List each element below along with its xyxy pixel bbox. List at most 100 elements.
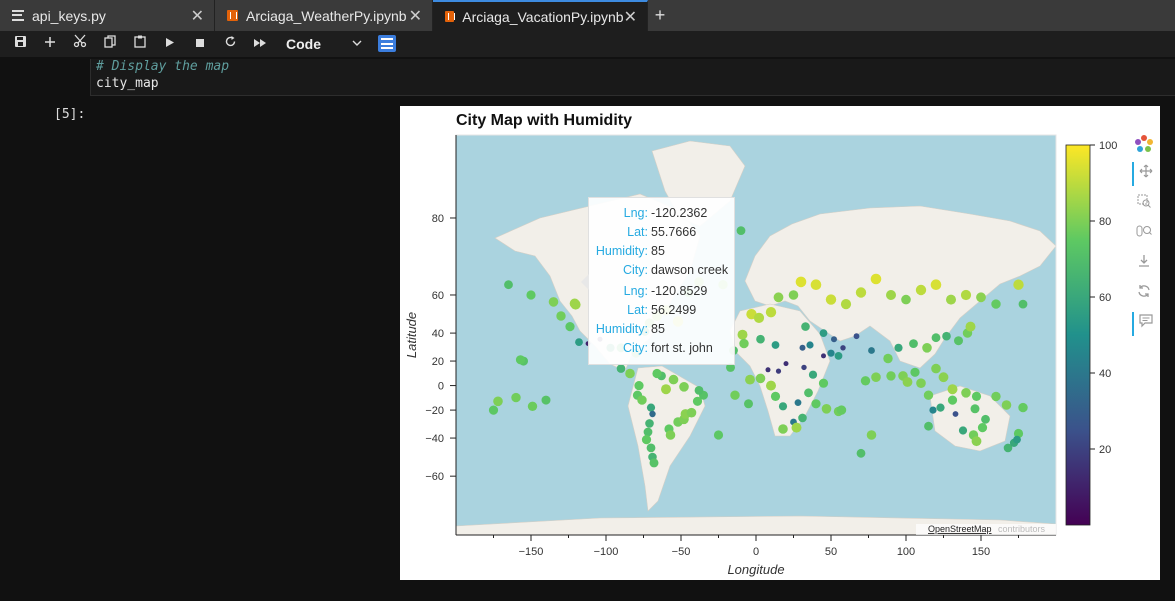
city-point[interactable]	[840, 345, 846, 351]
city-point[interactable]	[770, 391, 781, 401]
city-point[interactable]	[668, 374, 679, 385]
close-icon[interactable]: ✕	[191, 6, 204, 26]
city-point[interactable]	[970, 404, 980, 414]
save-icon[interactable]	[10, 34, 30, 54]
city-point[interactable]	[795, 276, 807, 288]
city-point[interactable]	[1018, 299, 1028, 309]
city-point[interactable]	[556, 311, 566, 321]
property-inspector-icon[interactable]	[378, 35, 396, 52]
reset-icon[interactable]	[1132, 282, 1156, 306]
save-plot-icon[interactable]	[1132, 252, 1156, 276]
city-point[interactable]	[493, 396, 503, 407]
city-point[interactable]	[526, 290, 536, 300]
city-point[interactable]	[931, 363, 941, 374]
city-point[interactable]	[924, 421, 933, 431]
pan-tool-icon[interactable]	[1132, 162, 1158, 186]
city-point[interactable]	[665, 430, 676, 440]
city-point[interactable]	[645, 419, 654, 428]
city-point[interactable]	[961, 388, 971, 398]
city-point[interactable]	[756, 334, 765, 344]
city-point[interactable]	[766, 380, 776, 391]
city-point[interactable]	[958, 426, 968, 435]
city-point[interactable]	[947, 395, 958, 405]
city-point[interactable]	[922, 343, 932, 353]
city-point[interactable]	[977, 423, 988, 433]
city-point[interactable]	[765, 307, 777, 318]
city-point[interactable]	[799, 344, 806, 351]
close-icon[interactable]: ✕	[409, 6, 422, 26]
city-point[interactable]	[936, 403, 945, 412]
city-point[interactable]	[916, 378, 926, 389]
city-point[interactable]	[798, 413, 807, 423]
city-point[interactable]	[930, 279, 942, 290]
city-point[interactable]	[965, 321, 976, 332]
city-point[interactable]	[818, 378, 829, 388]
city-point[interactable]	[575, 338, 583, 346]
city-point[interactable]	[931, 333, 941, 343]
city-point[interactable]	[625, 368, 635, 379]
city-point[interactable]	[771, 341, 780, 349]
city-point[interactable]	[739, 338, 749, 349]
city-point[interactable]	[637, 395, 647, 405]
city-point[interactable]	[791, 422, 802, 433]
city-point[interactable]	[778, 402, 788, 411]
city-point[interactable]	[902, 377, 913, 387]
city-point[interactable]	[616, 364, 626, 373]
city-point[interactable]	[646, 403, 656, 412]
city-point[interactable]	[946, 294, 956, 305]
city-point[interactable]	[801, 364, 807, 371]
city-point[interactable]	[511, 392, 521, 403]
city-point[interactable]	[954, 336, 963, 346]
city-point[interactable]	[870, 273, 882, 285]
city-point[interactable]	[836, 405, 847, 415]
city-point[interactable]	[646, 443, 656, 453]
city-point[interactable]	[652, 368, 662, 379]
city-point[interactable]	[643, 427, 653, 437]
city-point[interactable]	[1018, 402, 1028, 413]
stop-icon[interactable]	[190, 34, 210, 54]
city-point[interactable]	[981, 414, 990, 424]
city-point[interactable]	[736, 226, 746, 235]
city-point[interactable]	[831, 336, 837, 343]
cut-icon[interactable]	[70, 34, 90, 54]
city-point[interactable]	[923, 390, 934, 400]
city-point[interactable]	[548, 297, 559, 307]
city-point[interactable]	[819, 329, 828, 337]
city-point[interactable]	[565, 322, 575, 332]
city-point[interactable]	[1013, 279, 1024, 290]
city-point[interactable]	[641, 435, 652, 445]
fast-forward-icon[interactable]	[250, 34, 270, 54]
paste-icon[interactable]	[130, 34, 150, 54]
city-point[interactable]	[883, 353, 893, 364]
city-point[interactable]	[649, 458, 659, 468]
city-point[interactable]	[527, 401, 538, 411]
city-point[interactable]	[686, 407, 697, 418]
box-zoom-icon[interactable]	[1132, 192, 1156, 216]
wheel-zoom-icon[interactable]	[1132, 222, 1156, 246]
city-point[interactable]	[661, 384, 671, 395]
city-point[interactable]	[860, 376, 871, 386]
city-point[interactable]	[694, 386, 704, 395]
city-point[interactable]	[778, 424, 788, 434]
city-point[interactable]	[909, 339, 918, 348]
city-point[interactable]	[894, 343, 903, 352]
city-point[interactable]	[840, 299, 852, 310]
city-point[interactable]	[886, 371, 896, 381]
close-icon[interactable]: ✕	[624, 7, 637, 27]
city-point[interactable]	[744, 399, 753, 409]
copy-icon[interactable]	[100, 34, 120, 54]
city-point[interactable]	[856, 448, 866, 458]
city-point[interactable]	[1013, 435, 1021, 444]
city-point[interactable]	[755, 373, 766, 384]
city-point[interactable]	[971, 436, 982, 447]
city-point[interactable]	[810, 279, 822, 290]
city-point[interactable]	[634, 381, 644, 391]
city-point[interactable]	[853, 333, 860, 340]
city-point[interactable]	[821, 353, 826, 359]
city-point[interactable]	[811, 399, 821, 409]
city-point[interactable]	[806, 341, 814, 349]
tab-vacationpy[interactable]: Arciaga_VacationPy.ipynb ✕	[433, 0, 648, 31]
city-point[interactable]	[991, 391, 1001, 402]
restart-icon[interactable]	[220, 34, 240, 54]
city-point[interactable]	[775, 368, 782, 374]
